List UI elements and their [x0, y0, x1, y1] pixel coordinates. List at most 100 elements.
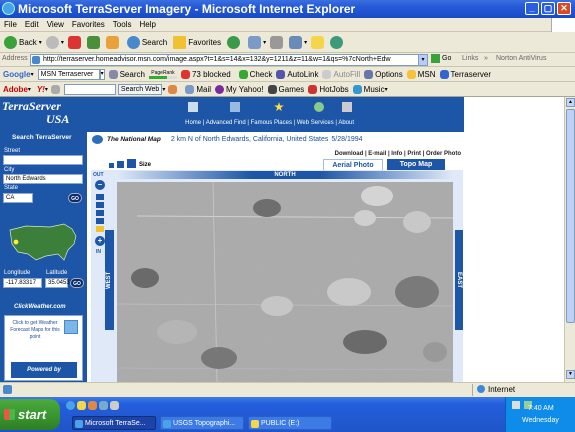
google-search-button[interactable]: Search [108, 69, 145, 79]
go-button[interactable]: Go [431, 54, 451, 63]
yahoo-search-input[interactable] [63, 83, 116, 95]
favorites-button[interactable]: Favorites [173, 35, 221, 49]
terraserver-link[interactable]: Terraserver [439, 69, 491, 79]
nav-links[interactable]: Home | Advanced Find | Famous Places | W… [174, 120, 354, 126]
pan-north-button[interactable]: NORTH [117, 171, 453, 179]
menu-favorites[interactable]: Favorites [72, 18, 105, 32]
history-button[interactable] [227, 35, 242, 49]
stop-button[interactable] [67, 35, 83, 49]
address-input[interactable]: http://terraserver.homeadvisor.msn.com/i… [30, 54, 428, 66]
highlight-icon[interactable] [168, 84, 178, 94]
task-usgs[interactable]: USGS Topographi... [160, 416, 244, 430]
maximize-button[interactable]: ▢ [541, 2, 555, 15]
terraserver-logo[interactable]: TerraServer USA [2, 100, 86, 130]
scroll-down-button[interactable]: ▼ [566, 370, 575, 379]
size-medium-icon[interactable] [117, 161, 124, 168]
pan-east-button[interactable]: EAST [455, 230, 463, 330]
scroll-thumb[interactable] [566, 109, 575, 323]
size-large-icon[interactable] [127, 159, 136, 168]
menu-file[interactable]: File [4, 18, 17, 32]
state-input[interactable]: CA [3, 193, 33, 203]
zoom-level-3[interactable] [96, 210, 104, 216]
edit-button[interactable]: ▾ [289, 35, 307, 49]
address-dropdown-button[interactable]: ▾ [418, 54, 428, 66]
app-quicklaunch-icon-1[interactable] [88, 401, 97, 410]
options-button[interactable]: Options [364, 69, 403, 79]
menu-tools[interactable]: Tools [113, 18, 132, 32]
refresh-button[interactable] [86, 35, 102, 49]
links-button[interactable]: Links [462, 55, 478, 62]
zoom-level-current[interactable] [96, 226, 104, 232]
zoom-level-1[interactable] [96, 194, 104, 200]
msn-link[interactable]: MSN [406, 69, 436, 79]
zoom-level-2[interactable] [96, 202, 104, 208]
autolink-button[interactable]: AutoLink [276, 69, 318, 79]
minimize-button[interactable]: _ [525, 2, 539, 15]
street-input[interactable] [3, 155, 83, 165]
my-yahoo-button[interactable]: My Yahoo! [215, 84, 264, 94]
yahoo-logo-icon[interactable]: Y! [37, 85, 45, 94]
menu-edit[interactable]: Edit [25, 18, 39, 32]
aerial-photo[interactable] [117, 182, 453, 382]
menu-help[interactable]: Help [139, 18, 155, 32]
norton-antivirus-button[interactable]: Norton AntiVirus [496, 55, 546, 62]
desktop-quicklaunch-icon[interactable] [77, 401, 86, 410]
image-actions[interactable]: Download | E-mail | Info | Print | Order… [335, 151, 461, 157]
adobe-logo[interactable]: Adobe [3, 85, 28, 94]
mail-button[interactable]: ▾ [248, 35, 266, 49]
pan-west-button[interactable]: WEST [105, 230, 114, 330]
search-go-button[interactable]: GO [68, 193, 82, 203]
longitude-input[interactable]: -117.83317 [3, 278, 42, 288]
music-button[interactable]: Music ▾ [352, 84, 388, 94]
find-icon[interactable] [230, 102, 240, 112]
google-logo[interactable]: Google [3, 70, 31, 79]
task-terraserver[interactable]: Microsoft TerraSe... [72, 416, 156, 430]
discuss-button[interactable] [311, 35, 326, 49]
clickweather-ad[interactable]: Click to get Weather Forecast Maps for t… [4, 315, 83, 381]
zoom-out-button[interactable]: – [95, 180, 105, 190]
home-button[interactable] [105, 35, 121, 49]
search-button[interactable]: Search [126, 35, 167, 49]
scroll-up-button[interactable]: ▲ [566, 98, 575, 107]
popup-blocker-button[interactable]: 73 blocked [180, 69, 231, 79]
web-services-icon[interactable] [314, 102, 324, 112]
pencil-icon[interactable] [50, 84, 60, 94]
star-icon[interactable] [274, 102, 284, 112]
ie-quicklaunch-icon[interactable] [66, 401, 75, 410]
size-small-icon[interactable] [109, 163, 114, 168]
tab-aerial-photo[interactable]: Aerial Photo [323, 159, 383, 170]
close-button[interactable]: ✕ [557, 2, 571, 15]
forward-button[interactable]: ▾ [45, 35, 64, 49]
hotjobs-button[interactable]: HotJobs [308, 84, 349, 94]
vertical-scrollbar[interactable]: ▲ ▼ [564, 97, 575, 382]
spell-check-button[interactable]: Check [238, 69, 272, 79]
us-map[interactable] [6, 220, 82, 266]
volume-icon[interactable] [512, 401, 520, 409]
city-input[interactable]: North Edwards [3, 174, 83, 184]
back-button[interactable]: Back ▾ [4, 35, 42, 49]
zoom-in-button[interactable]: + [95, 236, 105, 246]
task-public-drive[interactable]: PUBLIC (E:) [248, 416, 332, 430]
autofill-button[interactable]: AutoFill [322, 69, 360, 79]
app-quicklaunch-icon-3[interactable] [110, 401, 119, 410]
messenger-button[interactable] [330, 35, 345, 49]
google-input-dropdown[interactable]: ▾ [99, 68, 105, 80]
latitude-input[interactable]: 35.04532 [45, 278, 73, 288]
search-web-button[interactable]: Search Web [117, 83, 163, 95]
print-button[interactable] [270, 35, 285, 49]
menu-view[interactable]: View [47, 18, 64, 32]
national-map-label[interactable]: The National Map [107, 136, 161, 143]
app-quicklaunch-icon-2[interactable] [99, 401, 108, 410]
coordinate-go-button[interactable]: GO [70, 278, 84, 288]
home-icon[interactable] [188, 102, 198, 112]
tab-topo-map[interactable]: Topo Map [387, 159, 445, 170]
size-selector[interactable]: Size [109, 159, 151, 168]
games-button[interactable]: Games [267, 84, 304, 94]
about-icon[interactable] [342, 102, 352, 112]
start-button[interactable]: start [0, 399, 60, 430]
zoom-level-4[interactable] [96, 218, 104, 224]
clock-time[interactable]: 7:40 AM [528, 405, 554, 412]
yahoo-mail-button[interactable]: Mail [185, 84, 211, 94]
clickweather-title[interactable]: ClickWeather.com [14, 304, 66, 310]
google-search-input[interactable]: MSN Terraserver [37, 68, 100, 80]
